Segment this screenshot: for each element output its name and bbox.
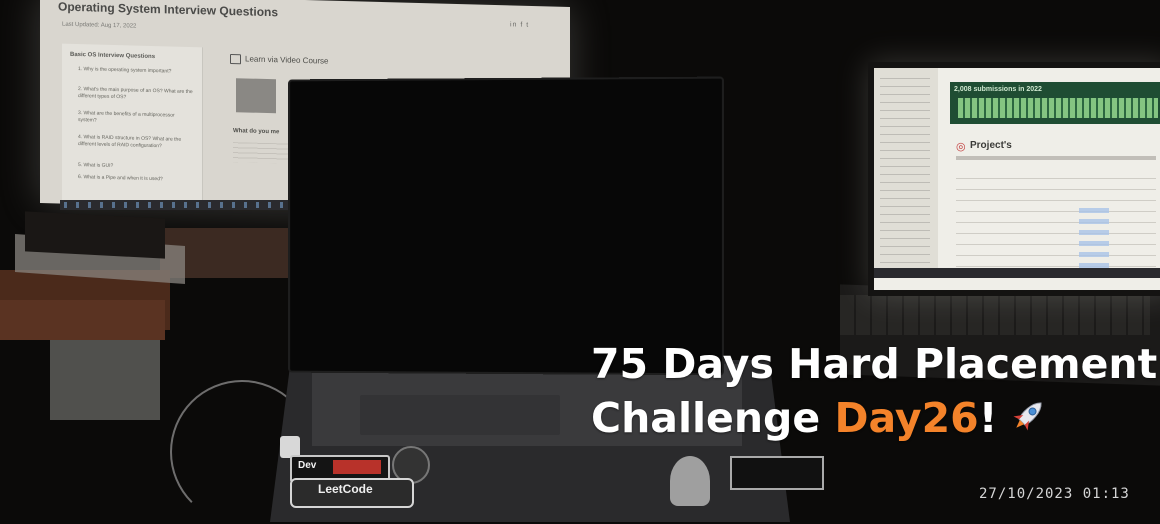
dev-sticker-accent xyxy=(333,460,381,474)
center-laptop-lid xyxy=(288,76,724,376)
toc-item: 3. What are the benefits of a multiproce… xyxy=(78,110,175,124)
challenge-caption: 75 Days Hard Placement Challenge Day26! xyxy=(591,337,1158,448)
dev-sticker-label: Dev xyxy=(298,460,317,471)
taskbar-icons xyxy=(64,202,294,208)
leetcode-sticker-label: LeetCode xyxy=(318,482,373,496)
book-pages xyxy=(50,340,160,420)
right-laptop-taskbar xyxy=(874,268,1160,278)
toc-item: 6. What is a Pipe and when it is used? xyxy=(78,174,163,183)
rect-sticker xyxy=(730,456,824,490)
dark-book xyxy=(25,211,165,259)
caption-day-accent: Day26 xyxy=(834,394,979,442)
target-icon: ◎ xyxy=(956,141,966,153)
section-heading: What do you me xyxy=(233,128,280,136)
project-title: Project's xyxy=(970,140,1012,151)
caption-prefix: Challenge xyxy=(591,394,835,442)
photo-scene: Operating System Interview Questions Las… xyxy=(0,0,1160,524)
project-table xyxy=(956,178,1156,268)
toc-item: 4. What is RAID structure in OS? What ar… xyxy=(78,134,182,150)
toc-item: 2. What's the main purpose of an OS? Wha… xyxy=(78,86,193,101)
article-updated: Last Updated: Aug 17, 2022 xyxy=(62,21,137,30)
right-laptop-keyboard xyxy=(840,295,1150,335)
caption-line-2: Challenge Day26! xyxy=(591,391,1151,448)
toc-item: 5. What is GUI? xyxy=(78,162,114,169)
article-title: Operating System Interview Questions xyxy=(58,0,279,20)
book xyxy=(0,300,165,340)
caption-line-1: 75 Days Hard Placement xyxy=(591,340,1158,388)
project-tags xyxy=(1079,208,1109,268)
toc-heading: Basic OS Interview Questions xyxy=(70,51,156,61)
submissions-text: 2,008 submissions in 2022 xyxy=(954,86,1042,93)
social-share-icons: in f t xyxy=(510,21,530,29)
course-thumbnail xyxy=(236,78,276,114)
caption-suffix: ! xyxy=(978,394,998,442)
video-course-icon xyxy=(230,54,241,65)
robot-sticker xyxy=(670,456,710,506)
center-laptop-trackpad xyxy=(360,395,560,435)
submissions-heatmap xyxy=(958,98,1158,118)
sidebar-lines xyxy=(880,78,930,268)
video-course-label: Learn via Video Course xyxy=(245,54,329,66)
article-body-lines xyxy=(233,142,293,164)
photo-timestamp: 27/10/2023 01:13 xyxy=(979,486,1130,502)
table-of-contents: Basic OS Interview Questions 1. Why is t… xyxy=(62,43,203,208)
rocket-icon xyxy=(1009,394,1049,448)
project-subtitle-line xyxy=(956,156,1156,160)
right-laptop-screen: 2,008 submissions in 2022 ◎ Project's xyxy=(868,62,1160,296)
toc-item: 1. Why is the operating system important… xyxy=(78,66,172,75)
